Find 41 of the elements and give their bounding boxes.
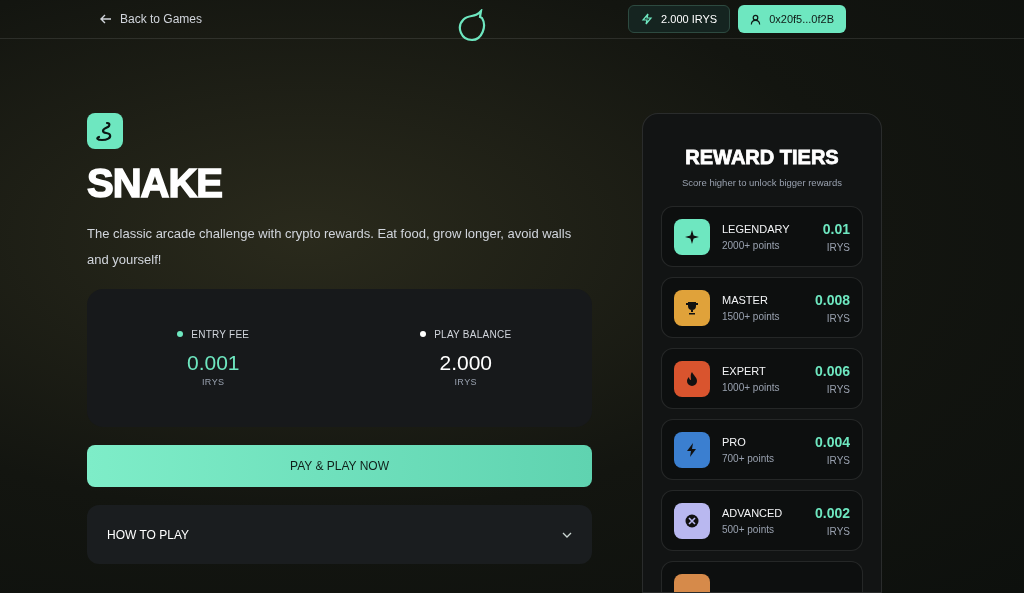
tier-name: PRO xyxy=(722,435,747,450)
back-link[interactable]: Back to Games xyxy=(100,10,203,28)
game-description: The classic arcade challenge with crypto rewards. Eat food, grow longer, avoid walls and yourself! xyxy=(87,225,573,269)
tier-unit: IRYS xyxy=(826,240,850,255)
tier-points: 1000+ points xyxy=(722,380,781,395)
tier-reward: 0.006 xyxy=(814,361,850,381)
tier-name: ADVANCED xyxy=(722,506,784,521)
snake-app-icon xyxy=(87,113,123,149)
tier-name: MASTER xyxy=(722,293,769,308)
tier-unit: IRYS xyxy=(826,382,850,397)
tier-points: 700+ points xyxy=(722,451,775,466)
arrow-left-icon xyxy=(100,13,112,25)
back-link-text: Back to Games xyxy=(120,11,203,28)
tier-reward: 0.008 xyxy=(814,290,850,310)
tier-unit: IRYS xyxy=(826,453,850,468)
tier-reward: 0.01 xyxy=(822,219,850,239)
tier-reward: 0.002 xyxy=(814,503,850,523)
wallet-button[interactable]: 0x20f5...0f2B xyxy=(738,5,846,33)
tier-reward: 0.004 xyxy=(814,432,850,452)
stat-unit: IRYS xyxy=(454,375,478,389)
stat-label: ENTRY FEE xyxy=(191,327,250,342)
tier-points: 1500+ points xyxy=(722,309,781,324)
pay-and-play-button[interactable]: PAY & PLAY NOW xyxy=(87,445,592,487)
stat-value: 0.001 xyxy=(186,349,240,376)
balance-text: 2.000 IRYS xyxy=(661,11,718,27)
user-icon xyxy=(750,13,762,25)
tier-name: EXPERT xyxy=(722,364,767,379)
tier-unit: IRYS xyxy=(826,311,850,326)
tier-points: 500+ points xyxy=(722,522,775,537)
lightning-icon xyxy=(641,13,654,25)
stat-label: PLAY BALANCE xyxy=(434,327,512,342)
chevron-icon xyxy=(562,531,572,538)
tier-name: LEGENDARY xyxy=(722,222,791,237)
how-to-play-accordion[interactable]: HOW TO PLAY xyxy=(87,505,592,564)
stat-unit: IRYS xyxy=(201,375,225,389)
game-title: SNAKE xyxy=(87,161,224,205)
tier-points: 2000+ points xyxy=(722,238,781,253)
stat-value: 2.000 xyxy=(439,349,493,376)
tier-unit: IRYS xyxy=(826,524,850,539)
reward-tiers-title: REWARD TIERS xyxy=(684,145,840,170)
reward-tiers-subtitle: Score higher to unlock bigger rewards xyxy=(681,176,843,190)
